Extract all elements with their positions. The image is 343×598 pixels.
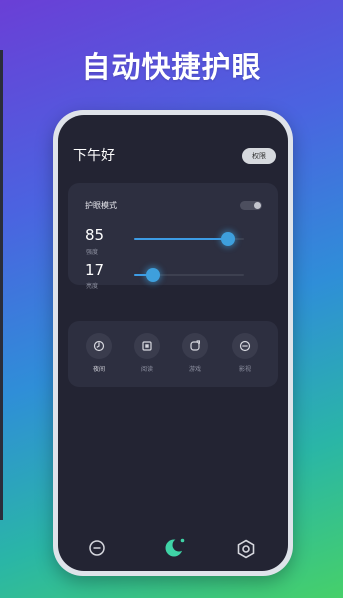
brightness-slider-thumb[interactable] (145, 268, 160, 282)
mode-reading[interactable]: 阅读 (132, 333, 162, 373)
brightness-value: 17 (85, 261, 105, 279)
promo-headline: 自动快捷护眼 (81, 50, 262, 84)
brightness-label: 亮度 (86, 283, 99, 290)
mode-selector-card: 夜间 阅读 游戏 影视 (68, 321, 278, 387)
bottom-navigation (58, 527, 288, 571)
mode-label: 影视 (238, 366, 251, 373)
mode-video[interactable]: 影视 (230, 333, 260, 373)
intensity-slider-thumb[interactable] (220, 232, 235, 246)
toggle-knob (254, 202, 261, 209)
night-mode-icon (86, 333, 112, 359)
settings-hexagon-icon[interactable] (236, 539, 256, 563)
mode-label: 游戏 (188, 366, 201, 373)
reading-mode-icon (134, 333, 160, 359)
eye-mode-label: 护眼模式 (85, 201, 117, 210)
phone-frame: 下午好 权限 护眼模式 85 强度 17 亮度 夜间 阅读 游戏 影视 (53, 110, 293, 576)
mode-night[interactable]: 夜间 (84, 333, 114, 373)
video-mode-icon (232, 333, 258, 359)
eye-mode-toggle[interactable] (240, 201, 262, 210)
permission-button[interactable]: 权限 (242, 148, 276, 164)
game-mode-icon (182, 333, 208, 359)
mode-label: 阅读 (140, 366, 153, 373)
minus-circle-icon[interactable] (88, 539, 106, 561)
greeting-text: 下午好 (73, 148, 115, 164)
mode-game[interactable]: 游戏 (180, 333, 210, 373)
moon-icon[interactable] (164, 537, 186, 563)
app-screen: 下午好 权限 护眼模式 85 强度 17 亮度 夜间 阅读 游戏 影视 (58, 115, 288, 571)
background-strip (0, 50, 3, 520)
mode-label: 夜间 (92, 366, 105, 373)
intensity-value: 85 (85, 226, 105, 244)
intensity-slider-fill (134, 238, 228, 240)
eye-protection-card: 护眼模式 85 强度 17 亮度 (68, 183, 278, 290)
intensity-label: 强度 (86, 249, 99, 256)
